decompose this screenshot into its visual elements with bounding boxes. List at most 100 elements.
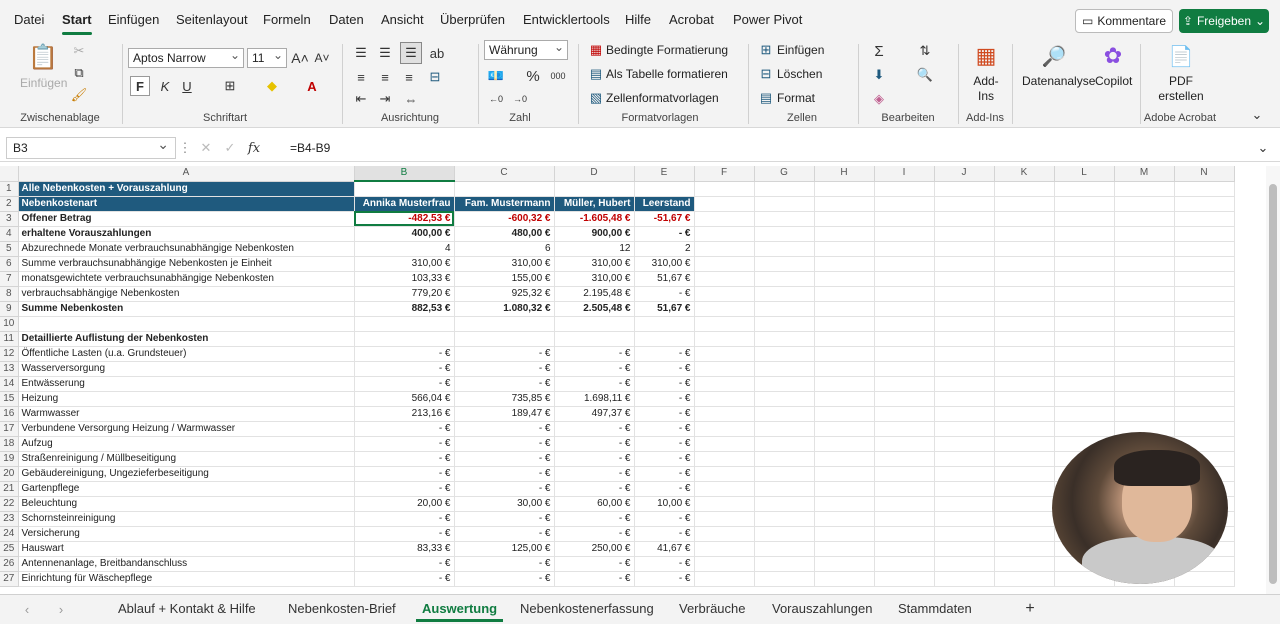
cell-b15[interactable]: 566,04 € (354, 391, 455, 407)
empty-cell[interactable] (874, 286, 935, 302)
empty-cell[interactable] (694, 181, 755, 197)
tab-seitenlayout[interactable]: Seitenlayout (176, 12, 248, 27)
row-header[interactable]: 7 (0, 271, 19, 287)
empty-cell[interactable] (994, 451, 1055, 467)
decrease-decimal-icon[interactable]: →0 (510, 90, 530, 108)
wrap-text-icon[interactable]: ⊟ (426, 68, 444, 86)
copy-icon[interactable]: ⧉ (70, 64, 88, 82)
empty-cell[interactable] (874, 556, 935, 572)
empty-cell[interactable] (1054, 391, 1115, 407)
cell-b27[interactable]: - € (354, 571, 455, 587)
empty-cell[interactable] (874, 436, 935, 452)
cell-b25[interactable]: 83,33 € (354, 541, 455, 557)
row-header[interactable]: 6 (0, 256, 19, 272)
empty-cell[interactable] (1174, 181, 1235, 197)
empty-cell[interactable] (1174, 301, 1235, 317)
empty-cell[interactable] (934, 181, 995, 197)
cell-a24[interactable]: Versicherung (18, 526, 355, 542)
align-bottom-icon[interactable]: ☰ (400, 42, 422, 64)
cell-d14[interactable]: - € (554, 376, 635, 392)
empty-cell[interactable] (1114, 256, 1175, 272)
empty-cell[interactable] (694, 241, 755, 257)
font-color-icon[interactable]: A (302, 76, 322, 96)
empty-cell[interactable] (934, 346, 995, 362)
empty-cell[interactable] (1174, 376, 1235, 392)
cell-d7[interactable]: 310,00 € (554, 271, 635, 287)
row-header[interactable]: 22 (0, 496, 19, 512)
thousands-separator-icon[interactable]: 000 (548, 66, 568, 86)
cell-c10[interactable] (454, 316, 555, 332)
cell-b24[interactable]: - € (354, 526, 455, 542)
cell-a27[interactable]: Einrichtung für Wäschepflege (18, 571, 355, 587)
underline-button[interactable]: U (178, 76, 196, 96)
empty-cell[interactable] (934, 466, 995, 482)
cell-e6[interactable]: 310,00 € (634, 256, 695, 272)
cell-a20[interactable]: Gebäudereinigung, Ungezieferbeseitigung (18, 466, 355, 482)
cell-b19[interactable]: - € (354, 451, 455, 467)
empty-cell[interactable] (874, 481, 935, 497)
empty-cell[interactable] (1054, 301, 1115, 317)
indent-increase-icon[interactable]: ⇥ (376, 90, 394, 108)
empty-cell[interactable] (694, 346, 755, 362)
empty-cell[interactable] (754, 556, 815, 572)
empty-cell[interactable] (754, 286, 815, 302)
sheet-tab[interactable]: Stammdaten (898, 601, 972, 616)
empty-cell[interactable] (874, 526, 935, 542)
empty-cell[interactable] (1114, 316, 1175, 332)
empty-cell[interactable] (934, 406, 995, 422)
cell-c14[interactable]: - € (454, 376, 555, 392)
empty-cell[interactable] (814, 556, 875, 572)
cell-c13[interactable]: - € (454, 361, 555, 377)
empty-cell[interactable] (1054, 196, 1115, 212)
empty-cell[interactable] (874, 241, 935, 257)
cell-d12[interactable]: - € (554, 346, 635, 362)
empty-cell[interactable] (1114, 226, 1175, 242)
empty-cell[interactable] (994, 466, 1055, 482)
empty-cell[interactable] (874, 196, 935, 212)
orientation-icon[interactable]: ab (428, 44, 446, 62)
empty-cell[interactable] (994, 301, 1055, 317)
empty-cell[interactable] (874, 301, 935, 317)
copilot-button[interactable]: Copilot (1095, 74, 1132, 88)
empty-cell[interactable] (1174, 331, 1235, 347)
empty-cell[interactable] (694, 376, 755, 392)
column-header-g[interactable]: G (754, 166, 815, 182)
enter-icon[interactable]: ✓ (222, 139, 238, 157)
empty-cell[interactable] (754, 481, 815, 497)
empty-cell[interactable] (754, 511, 815, 527)
empty-cell[interactable] (994, 481, 1055, 497)
empty-cell[interactable] (1174, 361, 1235, 377)
data-analysis-icon[interactable]: 🔎 (1040, 42, 1068, 70)
empty-cell[interactable] (934, 421, 995, 437)
column-header-d[interactable]: D (554, 166, 635, 182)
empty-cell[interactable] (1054, 181, 1115, 197)
cell-c3[interactable]: -600,32 € (454, 211, 555, 227)
row-header[interactable]: 3 (0, 211, 19, 227)
empty-cell[interactable] (994, 436, 1055, 452)
empty-cell[interactable] (934, 361, 995, 377)
row-header[interactable]: 12 (0, 346, 19, 362)
cell-a13[interactable]: Wasserversorgung (18, 361, 355, 377)
cell-a23[interactable]: Schornsteinreinigung (18, 511, 355, 527)
empty-cell[interactable] (934, 511, 995, 527)
empty-cell[interactable] (814, 181, 875, 197)
empty-cell[interactable] (1174, 196, 1235, 212)
cell-b4[interactable]: 400,00 € (354, 226, 455, 242)
column-header-m[interactable]: M (1114, 166, 1175, 182)
empty-cell[interactable] (754, 346, 815, 362)
cell-e9[interactable]: 51,67 € (634, 301, 695, 317)
cell-b18[interactable]: - € (354, 436, 455, 452)
tab-entwicklertools[interactable]: Entwicklertools (523, 12, 610, 27)
fill-color-icon[interactable]: ◆ (262, 76, 282, 96)
empty-cell[interactable] (994, 376, 1055, 392)
empty-cell[interactable] (694, 211, 755, 227)
empty-cell[interactable] (694, 316, 755, 332)
column-header-c[interactable]: C (454, 166, 555, 182)
cell-c18[interactable]: - € (454, 436, 555, 452)
empty-cell[interactable] (994, 286, 1055, 302)
italic-button[interactable]: K (156, 76, 174, 96)
sheet-tab[interactable]: Nebenkosten-Brief (288, 601, 396, 616)
row-header[interactable]: 20 (0, 466, 19, 482)
empty-cell[interactable] (694, 271, 755, 287)
cell-d20[interactable]: - € (554, 466, 635, 482)
